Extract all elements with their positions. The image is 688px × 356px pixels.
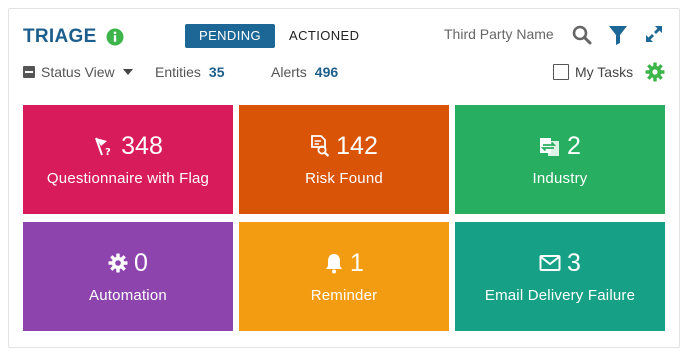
chevron-down-icon xyxy=(122,69,133,75)
status-view-label: Status View xyxy=(41,64,115,80)
bell-icon xyxy=(326,254,343,274)
triage-panel: TRIAGE PENDING ACTIONED Third Party Name… xyxy=(8,8,680,348)
third-party-search-input[interactable]: Third Party Name xyxy=(444,26,554,42)
expand-icon[interactable] xyxy=(645,25,663,43)
panel-title: TRIAGE xyxy=(23,26,97,47)
tile-automation[interactable]: 0 Automation xyxy=(23,222,233,331)
flag-question-icon: ? xyxy=(95,137,111,157)
svg-text:?: ? xyxy=(105,147,111,157)
tile-questionnaire-with-flag[interactable]: ? 348 Questionnaire with Flag xyxy=(23,105,233,214)
alerts-count: 496 xyxy=(314,64,339,80)
tile-label: Email Delivery Failure xyxy=(484,287,636,304)
tile-label: Questionnaire with Flag xyxy=(46,170,210,187)
tile-count: 3 xyxy=(567,249,581,277)
entities-count: 35 xyxy=(208,64,225,80)
alerts-summary: Alerts 496 xyxy=(271,64,338,80)
info-icon[interactable] xyxy=(106,28,124,46)
status-view-dropdown[interactable]: Status View xyxy=(23,64,133,80)
tile-label: Industry xyxy=(532,170,588,187)
tile-email-delivery-failure[interactable]: 3 Email Delivery Failure xyxy=(455,222,665,331)
tab-pending[interactable]: PENDING xyxy=(185,24,276,48)
tile-count: 142 xyxy=(336,132,378,160)
list-view-icon xyxy=(23,66,35,78)
industry-swap-icon xyxy=(540,138,560,156)
risk-document-icon xyxy=(311,135,330,157)
tile-label: Automation xyxy=(89,287,167,304)
tile-label: Reminder xyxy=(310,287,378,304)
filter-icon[interactable] xyxy=(608,24,628,46)
tile-risk-found[interactable]: 142 Risk Found xyxy=(239,105,449,214)
gear-icon xyxy=(108,253,128,273)
alerts-label: Alerts xyxy=(271,64,307,80)
tile-industry[interactable]: 2 Industry xyxy=(455,105,665,214)
tab-actioned[interactable]: ACTIONED xyxy=(275,24,374,48)
tile-label: Risk Found xyxy=(305,170,383,187)
tile-count: 0 xyxy=(134,249,148,277)
gear-icon[interactable] xyxy=(645,62,665,82)
my-tasks-label: My Tasks xyxy=(575,64,634,80)
tile-count: 1 xyxy=(350,249,364,277)
tile-count: 348 xyxy=(121,132,163,160)
entities-label: Entities xyxy=(155,64,201,80)
my-tasks-checkbox[interactable] xyxy=(553,64,569,80)
envelope-icon xyxy=(539,255,561,271)
entities-summary: Entities 35 xyxy=(155,64,225,80)
search-icon[interactable] xyxy=(572,25,592,45)
my-tasks-toggle[interactable]: My Tasks xyxy=(553,64,633,80)
tile-reminder[interactable]: 1 Reminder xyxy=(239,222,449,331)
tile-count: 2 xyxy=(567,132,581,160)
status-tabs: PENDING ACTIONED xyxy=(185,24,374,48)
